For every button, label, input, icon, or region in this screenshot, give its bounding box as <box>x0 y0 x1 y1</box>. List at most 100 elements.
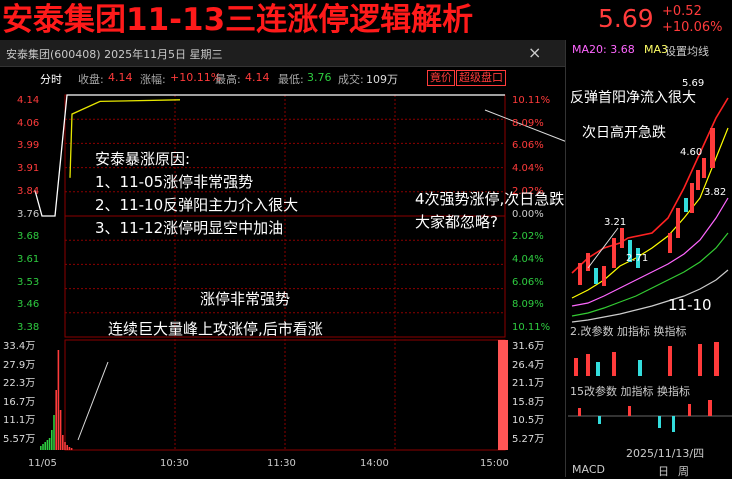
volume-bar <box>51 430 53 450</box>
vol-axis-left-label: 5.57万 <box>3 433 36 445</box>
candle <box>684 198 688 212</box>
volume-note: 连续巨大量峰上攻涨停,后市看涨 <box>108 320 323 338</box>
price-axis-label: 3.76 <box>17 208 40 220</box>
arrow-volume <box>77 361 109 441</box>
volume-bar <box>42 444 44 450</box>
date-1110: 11-10 <box>668 296 712 314</box>
ma20-label: MA20: 3.68 <box>572 43 635 56</box>
candle <box>696 170 700 190</box>
indicator-chart-2 <box>568 400 732 432</box>
pct-axis-label: 6.06% <box>512 276 544 288</box>
volume-bar <box>48 438 51 450</box>
question-line-1: 4次强势涨停,次日急跌 <box>415 190 565 208</box>
question-line-2: 大家都忽略? <box>415 213 498 231</box>
kline-460: 4.60 <box>680 147 703 158</box>
macd-tab[interactable]: MACD <box>572 463 605 476</box>
headline: 安泰集团11-13三连涨停逻辑解析 <box>2 2 474 38</box>
volume-bar <box>53 415 55 450</box>
ma-setting-button[interactable]: 设置均线 <box>665 43 709 59</box>
price-axis-label: 3.99 <box>17 140 40 152</box>
pct-axis-label: 0.00% <box>512 208 544 220</box>
ind-bar <box>612 352 616 376</box>
volume-bar <box>66 445 68 450</box>
price-axis-label: 3.61 <box>17 253 40 265</box>
pct-axis-label: 2.02% <box>512 231 544 243</box>
volume-bar <box>40 446 42 450</box>
strong-note: 涨停非常强势 <box>200 290 291 308</box>
pct-axis-label: 4.04% <box>512 253 544 265</box>
vol-axis-left-label: 33.4万 <box>3 341 36 352</box>
vol-axis-right-label: 5.27万 <box>512 433 545 445</box>
vol-axis-right-label: 26.4万 <box>512 359 545 371</box>
ind-bar <box>586 354 590 376</box>
vol-axis-left-label: 11.1万 <box>3 415 36 426</box>
vol-axis-right-label: 21.1万 <box>512 378 545 389</box>
vol-axis-left-label: 27.9万 <box>3 359 36 371</box>
kline-321: 3.21 <box>604 217 627 228</box>
quote-change: +0.52 <box>662 4 702 19</box>
volume-bar <box>55 390 57 450</box>
quote-price: 5.69 <box>598 4 654 33</box>
ind-bar <box>578 408 581 416</box>
reason-1: 1、11-05涨停非常强势 <box>95 173 254 191</box>
kline-panel: MA20: 3.68 MA3 设置均线 反弹首阳净流入很大 次日高开急跌 5.6… <box>568 40 732 478</box>
time-axis-label: 11:30 <box>267 458 296 469</box>
reason-3: 3、11-12涨停明显空中加油 <box>95 219 284 237</box>
ind-bar <box>672 416 675 432</box>
candle <box>702 158 706 178</box>
vol-axis-right-label: 10.5万 <box>512 415 545 426</box>
quote-change-pct: +10.06% <box>662 20 723 35</box>
ind-bar <box>714 342 719 376</box>
time-axis-label: 11/05 <box>28 458 57 469</box>
pct-axis-label: 6.06% <box>512 140 544 152</box>
ind-bar <box>628 406 631 416</box>
price-axis-label: 3.38 <box>17 322 40 333</box>
kline-382: 3.82 <box>704 187 727 198</box>
ind-bar <box>638 360 642 376</box>
indicator-bar-2[interactable]: 15改参数 加指标 换指标 <box>570 383 690 399</box>
vol-axis-right-label: 31.6万 <box>512 341 545 352</box>
volume-bar <box>64 442 66 450</box>
kline-271: 2.71 <box>626 253 649 264</box>
time-axis-label: 15:00 <box>480 458 509 469</box>
vol-axis-left-label: 16.7万 <box>3 396 36 408</box>
candle <box>676 208 680 238</box>
vol-axis-left-label: 22.3万 <box>3 378 36 389</box>
pct-axis-label: 8.09% <box>512 117 544 129</box>
ind-bar <box>668 346 672 376</box>
price-axis-label: 3.46 <box>17 299 40 311</box>
price-axis-label: 3.53 <box>17 276 40 288</box>
gap-down-note: 次日高开急跌 <box>582 125 666 141</box>
price-axis-label: 3.68 <box>17 231 40 243</box>
price-axis-label: 3.84 <box>17 185 40 197</box>
volume-bars <box>40 340 508 450</box>
ind-bar <box>688 404 691 416</box>
rebound-note: 反弹首阳净流入很大 <box>570 90 696 106</box>
price-axis-label: 3.91 <box>17 163 40 175</box>
candle <box>710 128 715 168</box>
pct-axis-label: 10.11% <box>512 322 551 333</box>
candle <box>690 183 694 213</box>
candle <box>594 268 598 284</box>
volume-bar-close <box>498 340 508 450</box>
ind-bar <box>698 344 702 376</box>
pct-axis-label: 10.11% <box>512 95 551 106</box>
candle <box>668 233 672 253</box>
indicator-bar-1[interactable]: 2.改参数 加指标 换指标 <box>570 323 687 339</box>
candle <box>602 266 606 286</box>
volume-bar <box>70 448 73 450</box>
ma-line-pink <box>571 197 729 307</box>
pct-axis-label: 8.09% <box>512 299 544 311</box>
candle <box>578 263 582 285</box>
ind-bar <box>708 400 712 416</box>
candle <box>612 238 616 268</box>
volume-bar <box>62 435 64 450</box>
volume-bar <box>46 440 49 450</box>
candle <box>586 253 590 271</box>
volume-bar <box>59 410 62 450</box>
vol-axis-right-label: 15.8万 <box>512 396 545 408</box>
reason-2: 2、11-10反弹阳主力介入很大 <box>95 196 299 214</box>
price-axis-label: 4.14 <box>17 95 40 106</box>
time-axis-label: 10:30 <box>160 458 189 469</box>
ind-bar <box>598 416 601 424</box>
